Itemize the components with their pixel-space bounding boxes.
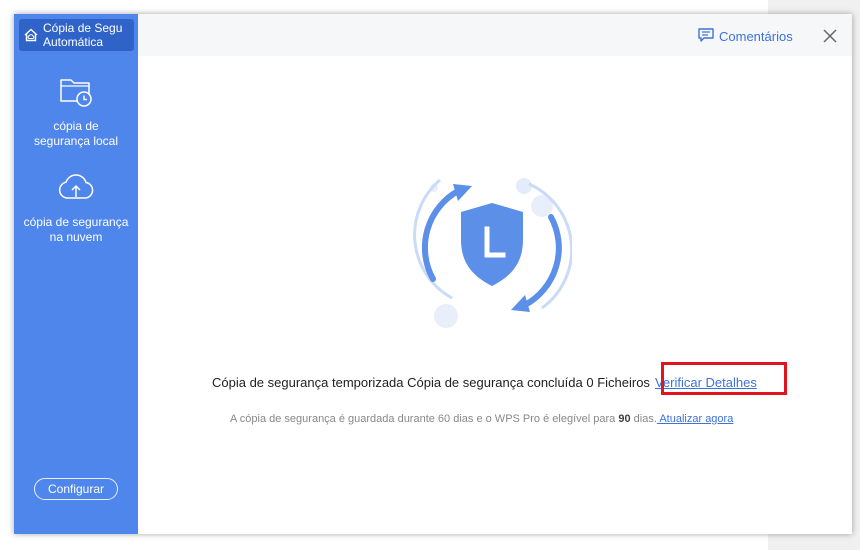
sidebar-item-label-line1: cópia de <box>53 119 99 133</box>
sidebar-item-label: cópia de segurança local <box>14 119 138 149</box>
sidebar-item-label: cópia de segurança na nuvem <box>14 215 138 245</box>
note-suffix: dias. <box>633 413 657 425</box>
upgrade-now-link[interactable]: Atualizar agora <box>657 413 733 425</box>
app-title-line1: Cópia de Segu <box>43 21 123 35</box>
sidebar-item-label-line2: segurança local <box>33 134 119 148</box>
status-text: Cópia de segurança temporizada Cópia de … <box>212 375 650 390</box>
close-icon[interactable] <box>822 28 838 44</box>
sidebar-item-label-line1: cópia de segurança <box>23 215 129 229</box>
cloud-upload-icon <box>14 172 138 209</box>
verify-details-link[interactable]: Verificar Detalhes <box>655 375 757 390</box>
comment-icon <box>698 27 719 45</box>
backup-window: Cópia de Segu Automática cópia de segura… <box>14 14 852 534</box>
feedback-label: Comentários <box>719 28 793 44</box>
feedback-button[interactable]: Comentários <box>698 27 793 45</box>
app-title-line2: Automática <box>43 35 104 49</box>
sidebar-item-cloud-backup[interactable]: cópia de segurança na nuvem <box>14 172 138 245</box>
app-header[interactable]: Cópia de Segu Automática <box>19 19 134 51</box>
note-prefix: A cópia de segurança é guardada durante … <box>230 413 616 425</box>
note-days: 90 <box>618 413 631 425</box>
main-content: Cópia de segurança temporizada Cópia de … <box>138 56 852 534</box>
retention-note: A cópia de segurança é guardada durante … <box>230 413 733 425</box>
shield-clock-icon <box>412 168 574 333</box>
configure-button[interactable]: Configurar <box>34 478 118 500</box>
status-line: Cópia de segurança temporizada Cópia de … <box>212 375 757 390</box>
folder-clock-icon <box>14 74 138 113</box>
sidebar-item-label-line2: na nuvem <box>49 230 103 244</box>
home-cloud-icon <box>19 19 43 51</box>
sidebar-item-local-backup[interactable]: cópia de segurança local <box>14 74 138 149</box>
sidebar: Cópia de Segu Automática cópia de segura… <box>14 14 138 534</box>
app-title: Cópia de Segu Automática <box>43 21 122 49</box>
